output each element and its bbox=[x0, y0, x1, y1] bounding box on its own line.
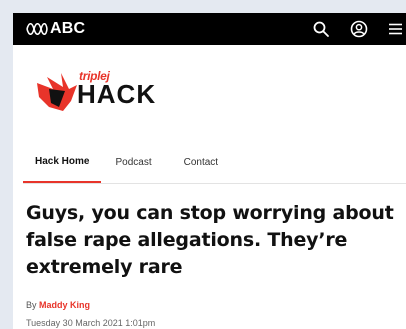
account-icon[interactable] bbox=[350, 20, 368, 38]
tab-contact[interactable]: Contact bbox=[184, 141, 218, 183]
hack-wordmark: HACK bbox=[77, 79, 157, 109]
menu-icon[interactable] bbox=[388, 20, 402, 38]
byline: By Maddy King bbox=[26, 300, 90, 310]
publish-date: Tuesday 30 March 2021 1:01pm bbox=[26, 318, 156, 328]
triplej-lightning-icon bbox=[37, 73, 77, 111]
top-navigation-bar: ABC bbox=[13, 13, 406, 45]
abc-brand-text: ABC bbox=[50, 20, 86, 37]
program-subnav: Hack Home Podcast Contact bbox=[23, 141, 406, 184]
byline-prefix: By bbox=[26, 300, 37, 310]
search-icon[interactable] bbox=[312, 20, 330, 38]
page-frame: ABC triplej HACK Hack Home Podcast Conta… bbox=[13, 13, 406, 329]
article-headline: Guys, you can stop worrying about false … bbox=[26, 202, 394, 278]
tab-hack-home[interactable]: Hack Home bbox=[23, 141, 102, 183]
hack-logo[interactable]: triplej HACK bbox=[35, 67, 165, 113]
abc-logo[interactable]: ABC bbox=[26, 20, 85, 38]
tab-podcast[interactable]: Podcast bbox=[115, 141, 151, 183]
header-icons bbox=[312, 13, 406, 45]
author-link[interactable]: Maddy King bbox=[39, 300, 90, 310]
abc-lissajous-icon bbox=[26, 23, 48, 35]
